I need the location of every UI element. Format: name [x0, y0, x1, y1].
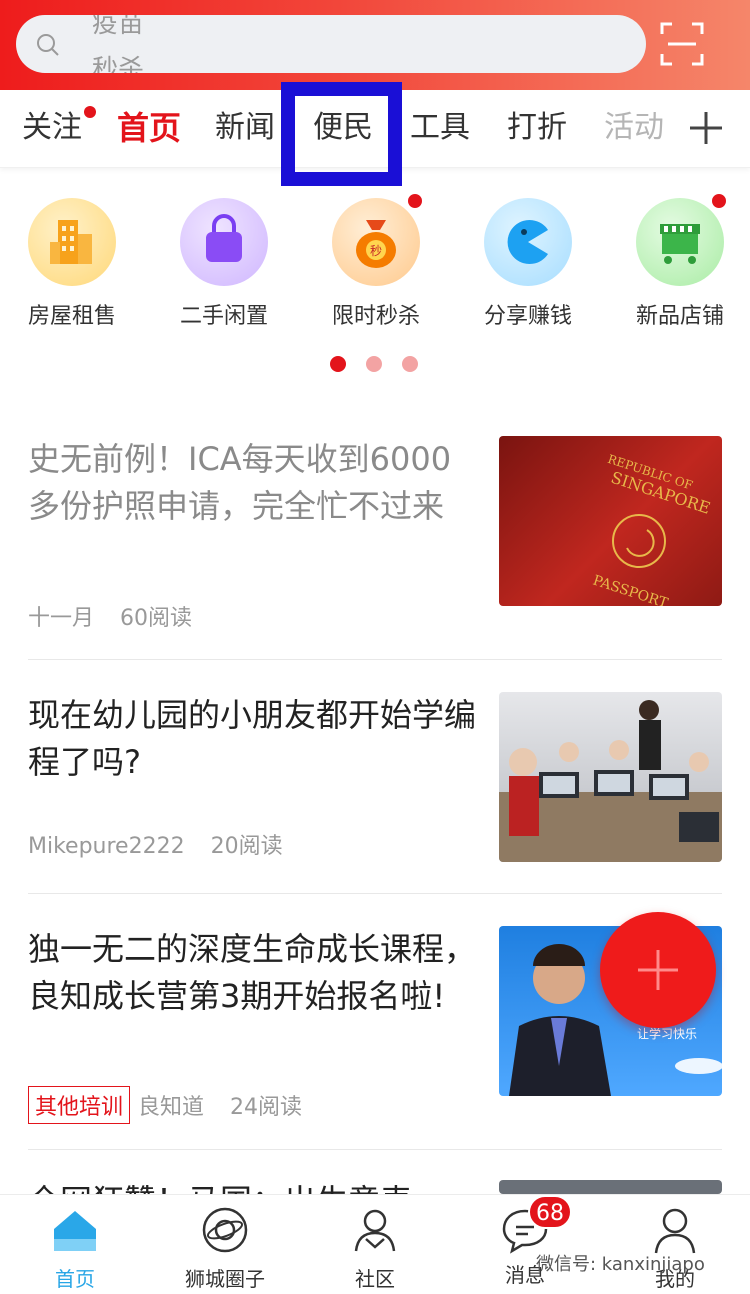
article-category-tag: 其他培训: [28, 1086, 131, 1124]
divider: [28, 893, 722, 894]
user-icon: [654, 1208, 696, 1254]
nav-mine[interactable]: 我的: [620, 1205, 730, 1292]
money-bag-icon: 秒: [332, 192, 424, 286]
search-hint-1: 疫苗: [92, 15, 145, 39]
search-bar[interactable]: 疫苗 秒杀: [16, 15, 646, 73]
community-icon: [354, 1209, 396, 1252]
unread-badge: 68: [528, 1195, 572, 1229]
classroom-image: [499, 692, 722, 862]
quick-label: 限时秒杀: [331, 304, 420, 329]
article-read-count: 60阅读: [120, 606, 193, 631]
article-author: 良知道: [138, 1095, 205, 1120]
nav-lion-city-circle[interactable]: 狮城圈子: [170, 1205, 280, 1292]
tab-tools[interactable]: 工具: [410, 108, 470, 148]
tab-discount[interactable]: 打折: [507, 108, 567, 148]
quick-label: 新品店铺: [635, 304, 724, 329]
article-card[interactable]: 史无前例！ICA每天收到6000多份护照申请，完全忙不过来 十一月 60阅读 RE…: [28, 436, 722, 636]
money-bag-text: 秒: [370, 244, 382, 258]
highlight-box: [281, 82, 402, 186]
quick-label: 房屋租售: [27, 304, 116, 329]
article-title: 全网狂赞！马国：出生意表: [28, 1180, 478, 1194]
article-meta: 十一月 60阅读: [28, 600, 218, 632]
top-header: 疫苗 秒杀: [0, 0, 750, 90]
quick-item-dot: [406, 192, 424, 210]
quick-label: 二手闲置: [179, 304, 268, 329]
wechat-watermark: 微信号: kanxinjiapo: [536, 1254, 705, 1275]
quick-item-flash-sale[interactable]: 秒 限时秒杀: [316, 192, 436, 330]
search-hint-2: 秒杀: [92, 55, 145, 73]
article-card-partial[interactable]: 全网狂赞！马国：出生意表: [28, 1180, 722, 1194]
tab-follow[interactable]: 关注: [22, 108, 82, 148]
quick-item-share-earn[interactable]: 分享赚钱: [468, 198, 588, 330]
home-icon: [54, 1211, 96, 1251]
quick-item-dot: [710, 192, 728, 210]
pager-dot-active[interactable]: [330, 356, 346, 372]
search-rolling-hint: 疫苗 秒杀: [92, 15, 144, 73]
scan-icon[interactable]: [660, 22, 704, 66]
nav-label: 首页: [55, 1267, 95, 1291]
nav-home[interactable]: 首页: [20, 1205, 130, 1292]
tab-events[interactable]: 活动: [604, 108, 664, 148]
tab-follow-dot: [84, 106, 96, 118]
publish-button[interactable]: [600, 912, 716, 1028]
quick-item-new-shop[interactable]: 新品店铺: [620, 192, 740, 330]
quick-item-secondhand[interactable]: 二手闲置: [164, 198, 284, 330]
article-title: 独一无二的深度生命成长课程，良知成长营第3期开始报名啦!: [28, 930, 477, 1015]
pacman-icon: [484, 198, 572, 286]
tab-news[interactable]: 新闻: [215, 108, 275, 148]
article-thumbnail: [499, 1180, 722, 1194]
building-icon: [28, 198, 116, 286]
nav-label: 狮城圈子: [185, 1267, 265, 1291]
article-meta: Mikepure2222 20阅读: [28, 828, 309, 860]
nav-community[interactable]: 社区: [320, 1205, 430, 1292]
article-date: 十一月: [28, 606, 95, 631]
article-meta: 其他培训 良知道 24阅读: [28, 1086, 328, 1124]
plus-icon: [638, 950, 678, 990]
article-author: Mikepure2222: [28, 834, 185, 859]
quick-item-housing[interactable]: 房屋租售: [12, 198, 132, 330]
divider: [28, 659, 722, 660]
bag-icon: [180, 198, 268, 286]
carousel-pager: [330, 356, 430, 372]
quick-label: 分享赚钱: [483, 304, 572, 329]
speaker-image-caption: 让学习快乐: [637, 1026, 697, 1041]
nav-label: 社区: [355, 1267, 395, 1291]
pager-dot[interactable]: [402, 356, 418, 372]
chat-icon-wrap: 68: [500, 1195, 572, 1255]
add-channel-icon[interactable]: [688, 110, 724, 146]
shop-stall-icon: [636, 192, 728, 286]
bottom-navigation: 首页 狮城圈子 社区 68 消息 我的: [0, 1194, 750, 1294]
quick-entry-grid: 房屋租售 二手闲置 秒 限时秒杀 分享赚钱 新品店铺: [0, 190, 750, 340]
divider: [28, 1149, 722, 1150]
article-title: 现在幼儿园的小朋友都开始学编程了吗?: [28, 696, 477, 781]
pager-dot[interactable]: [366, 356, 382, 372]
article-card[interactable]: 现在幼儿园的小朋友都开始学编程了吗? Mikepure2222 20阅读: [28, 692, 722, 862]
article-read-count: 20阅读: [210, 834, 283, 859]
planet-icon: [202, 1207, 248, 1253]
article-read-count: 24阅读: [230, 1095, 303, 1120]
search-icon: [37, 34, 59, 56]
article-title: 史无前例！ICA每天收到6000多份护照申请，完全忙不过来: [28, 440, 452, 525]
passport-text-passport: PASSPORT: [591, 573, 670, 606]
tab-home[interactable]: 首页: [117, 108, 181, 148]
passport-image: REPUBLIC OF SINGAPORE PASSPORT: [499, 436, 722, 606]
